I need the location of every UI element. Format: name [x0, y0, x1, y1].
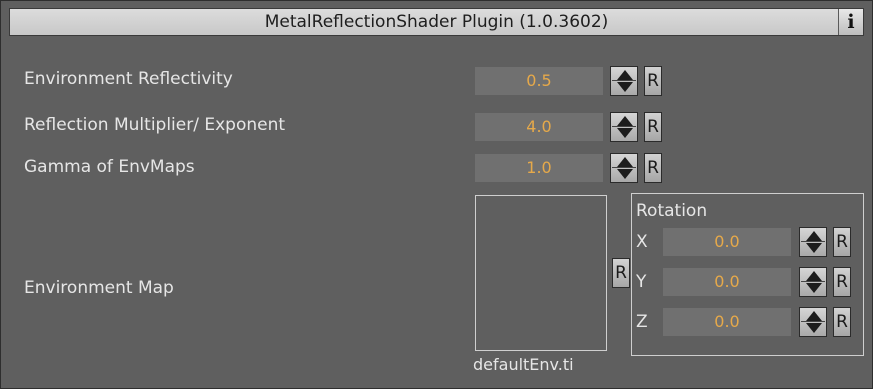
environment-map-drop-area[interactable] — [475, 195, 607, 351]
rotation-x-field[interactable]: 0.0 — [663, 228, 791, 256]
reflection-multiplier-stepper[interactable] — [610, 112, 638, 142]
arrow-down-icon — [806, 283, 822, 293]
environment-reflectivity-reset-button[interactable]: R — [644, 66, 662, 96]
gamma-envmaps-reset-button[interactable]: R — [644, 153, 662, 183]
environment-reflectivity-field[interactable]: 0.5 — [475, 67, 603, 95]
arrow-up-icon — [617, 70, 633, 80]
rotation-x-reset-button[interactable]: R — [833, 227, 851, 257]
environment-reflectivity-stepper[interactable] — [610, 66, 638, 96]
info-button[interactable]: i — [838, 9, 863, 35]
rotation-title: Rotation — [636, 201, 708, 221]
rotation-z-stepper[interactable] — [799, 307, 827, 337]
rotation-x-stepper[interactable] — [799, 227, 827, 257]
rotation-x-label: X — [636, 232, 648, 252]
environment-map-reset-button[interactable]: R — [612, 258, 630, 288]
arrow-up-icon — [617, 157, 633, 167]
rotation-y-stepper[interactable] — [799, 267, 827, 297]
environment-map-label: Environment Map — [24, 278, 174, 298]
arrow-down-icon — [617, 82, 633, 92]
panel-title: MetalReflectionShader Plugin (1.0.3602) — [264, 12, 609, 32]
rotation-y-field[interactable]: 0.0 — [663, 268, 791, 296]
arrow-down-icon — [617, 169, 633, 179]
environment-reflectivity-label: Environment Reflectivity — [24, 69, 233, 89]
rotation-y-reset-button[interactable]: R — [833, 267, 851, 297]
arrow-up-icon — [806, 271, 822, 281]
environment-map-filename: defaultEnv.ti — [473, 355, 574, 374]
gamma-envmaps-stepper[interactable] — [610, 153, 638, 183]
reflection-multiplier-field[interactable]: 4.0 — [475, 113, 603, 141]
arrow-up-icon — [617, 116, 633, 126]
panel-title-bar: MetalReflectionShader Plugin (1.0.3602) … — [9, 8, 864, 36]
arrow-down-icon — [806, 323, 822, 333]
rotation-z-field[interactable]: 0.0 — [663, 308, 791, 336]
arrow-down-icon — [806, 243, 822, 253]
arrow-up-icon — [806, 231, 822, 241]
rotation-z-label: Z — [636, 312, 648, 332]
reflection-multiplier-reset-button[interactable]: R — [644, 112, 662, 142]
reflection-multiplier-label: Reflection Multiplier/ Exponent — [24, 115, 286, 135]
gamma-envmaps-field[interactable]: 1.0 — [475, 154, 603, 182]
arrow-up-icon — [806, 311, 822, 321]
gamma-envmaps-label: Gamma of EnvMaps — [24, 157, 195, 177]
rotation-y-label: Y — [636, 272, 647, 292]
arrow-down-icon — [617, 128, 633, 138]
rotation-z-reset-button[interactable]: R — [833, 307, 851, 337]
